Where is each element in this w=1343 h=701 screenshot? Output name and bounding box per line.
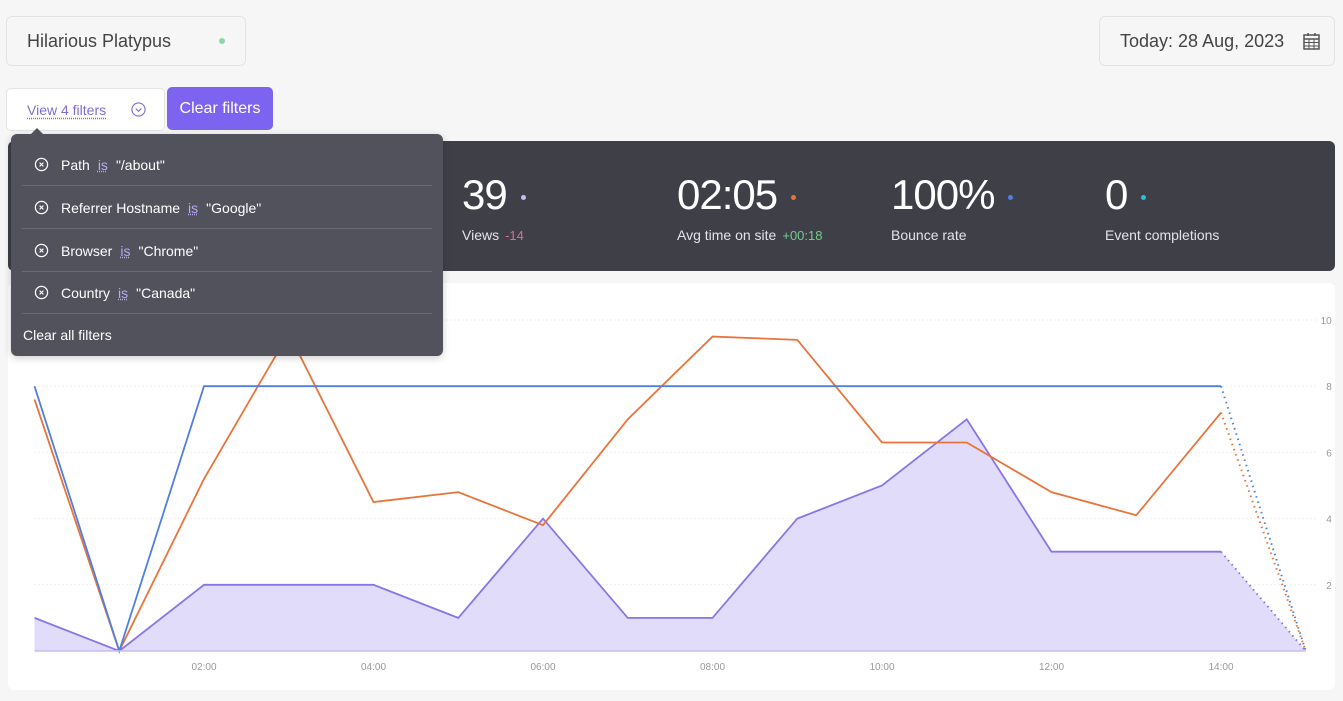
clear-all-filters-link[interactable]: Clear all filters <box>23 327 112 343</box>
filter-item[interactable]: Referrer Hostname is "Google" <box>22 187 432 229</box>
remove-filter-icon[interactable] <box>34 243 49 258</box>
filter-value: "/about" <box>115 156 165 173</box>
x-tick-label: 14:00 <box>1208 662 1233 673</box>
stat-value: 0 <box>1105 171 1128 218</box>
clear-filters-button[interactable]: Clear filters <box>167 87 273 130</box>
stat-delta: +00:18 <box>782 228 823 243</box>
stat-value: 02:05 <box>677 171 778 218</box>
stat-avg-time[interactable]: 02:05 Avg time on site +00:18 <box>677 171 822 243</box>
site-name: Hilarious Platypus <box>27 30 172 51</box>
date-label: Today: 28 Aug, 2023 <box>1120 30 1285 51</box>
stat-label: Views <box>462 227 500 243</box>
filter-operator[interactable]: is <box>118 285 128 301</box>
series-dot <box>1008 194 1014 200</box>
view-filters-label: View 4 filters <box>27 101 107 118</box>
stat-delta: -14 <box>505 228 524 243</box>
remove-filter-icon[interactable] <box>34 157 49 172</box>
filter-field: Referrer Hostname <box>61 199 181 216</box>
stat-value: 39 <box>462 171 508 218</box>
filter-operator[interactable]: is <box>188 200 198 216</box>
remove-filter-icon[interactable] <box>34 200 49 215</box>
x-tick-label: 02:00 <box>191 662 216 673</box>
filter-field: Browser <box>61 242 113 259</box>
stat-bounce-rate[interactable]: 100% Bounce rate <box>891 171 1014 243</box>
x-tick-label: 04:00 <box>361 662 386 673</box>
filter-item[interactable]: Path is "/about" <box>22 144 432 186</box>
series-dot <box>1141 194 1147 200</box>
stat-event-completions[interactable]: 0 Event completions <box>1105 171 1219 243</box>
stat-value: 100% <box>891 171 995 218</box>
calendar-icon <box>1303 33 1320 50</box>
site-selector[interactable]: Hilarious Platypus <box>6 16 246 66</box>
filter-operator[interactable]: is <box>98 157 108 173</box>
remove-filter-icon[interactable] <box>34 285 49 300</box>
filter-field: Path <box>61 156 90 173</box>
stat-views[interactable]: 39 Views -14 <box>462 171 526 243</box>
filters-dropdown: Path is "/about" Referrer Hostname is "Googl… <box>11 128 443 356</box>
y-tick-label: 10 <box>1321 316 1333 327</box>
view-filters-button[interactable]: View 4 filters <box>6 88 165 131</box>
y-tick-label: 4 <box>1326 515 1332 526</box>
x-tick-label: 08:00 <box>700 662 725 673</box>
filter-value: "Chrome" <box>138 242 199 259</box>
stat-label: Avg time on site <box>677 227 777 243</box>
filter-field: Country <box>61 284 111 301</box>
stat-label: Event completions <box>1105 227 1220 243</box>
filter-item[interactable]: Browser is "Chrome" <box>22 230 432 272</box>
x-tick-label: 06:00 <box>530 662 555 673</box>
x-tick-label: 12:00 <box>1039 662 1064 673</box>
filter-value: "Google" <box>206 199 262 216</box>
chevron-down-icon <box>131 102 146 117</box>
status-dot <box>219 38 225 44</box>
y-tick-label: 6 <box>1326 448 1332 459</box>
series-dot <box>520 194 526 200</box>
series-dot <box>791 194 797 200</box>
filter-item[interactable]: Country is "Canada" <box>22 272 432 314</box>
date-picker[interactable]: Today: 28 Aug, 2023 <box>1099 16 1335 66</box>
filter-value: "Canada" <box>136 284 196 301</box>
stat-label: Bounce rate <box>891 227 967 243</box>
series-area <box>34 419 1306 651</box>
y-tick-label: 8 <box>1326 382 1332 393</box>
x-tick-label: 10:00 <box>869 662 894 673</box>
y-tick-label: 2 <box>1326 581 1332 592</box>
filter-operator[interactable]: is <box>120 243 130 259</box>
